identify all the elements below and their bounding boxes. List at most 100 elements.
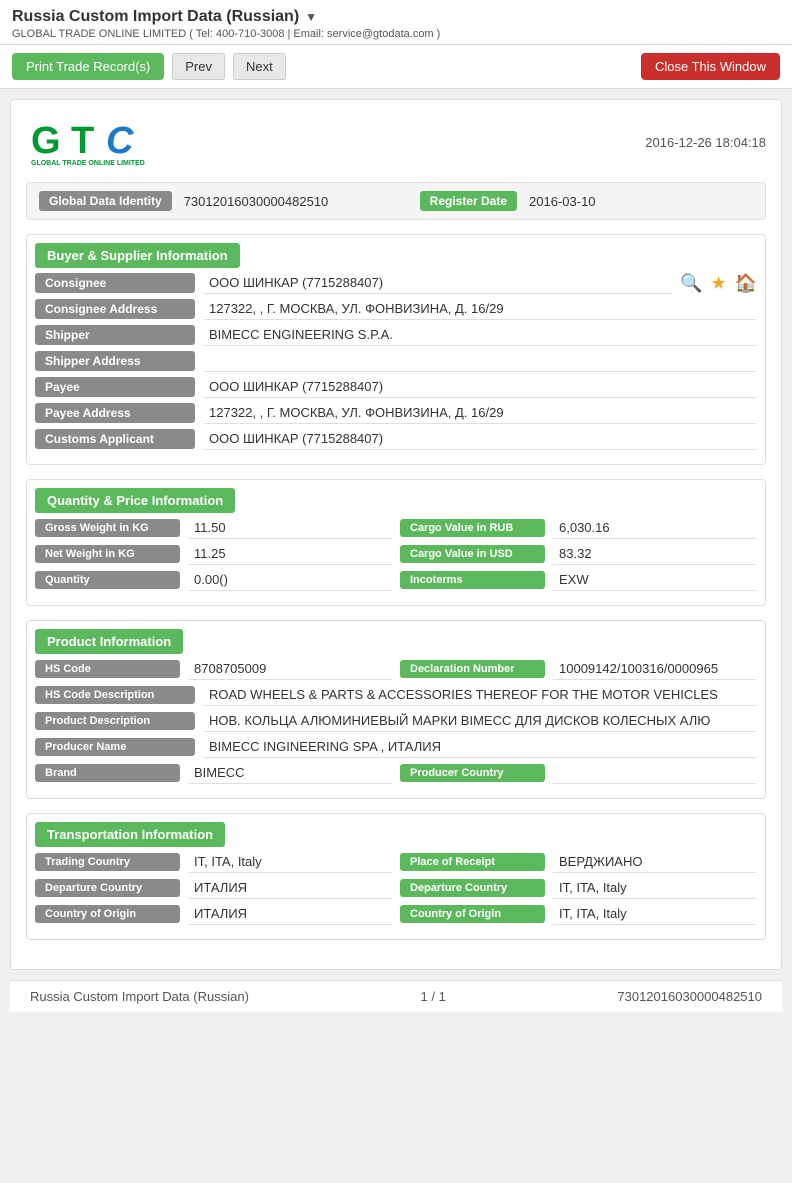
- declaration-number-value: 10009142/100316/0000965: [553, 658, 757, 680]
- consignee-address-label: Consignee Address: [35, 299, 195, 319]
- page-header: Russia Custom Import Data (Russian) ▼ GL…: [0, 0, 792, 45]
- incoterms-label: Incoterms: [400, 571, 545, 589]
- payee-address-value: 127322, , Г. МОСКВА, УЛ. ФОНВИЗИНА, Д. 1…: [203, 402, 757, 424]
- shipper-address-value: [203, 350, 757, 372]
- cargo-value-usd-label: Cargo Value in USD: [400, 545, 545, 563]
- gross-weight-label: Gross Weight in KG: [35, 519, 180, 537]
- footer-bar: Russia Custom Import Data (Russian) 1 / …: [10, 980, 782, 1012]
- hs-code-label: HS Code: [35, 660, 180, 678]
- country-of-origin-left-value: ИТАЛИЯ: [188, 903, 392, 925]
- payee-address-label: Payee Address: [35, 403, 195, 423]
- gross-cargo-rub-row: Gross Weight in KG 11.50 Cargo Value in …: [35, 517, 757, 539]
- trading-country-value: IT, ITA, Italy: [188, 851, 392, 873]
- global-data-identity-value: 73012016030000482510: [184, 194, 408, 209]
- departure-country-left-label: Departure Country: [35, 879, 180, 897]
- star-icon[interactable]: ★: [710, 273, 726, 294]
- country-of-origin-left-label: Country of Origin: [35, 905, 180, 923]
- cargo-value-usd-value: 83.32: [553, 543, 757, 565]
- cargo-value-rub-label: Cargo Value in RUB: [400, 519, 545, 537]
- net-weight-value: 11.25: [188, 543, 392, 565]
- print-button[interactable]: Print Trade Record(s): [12, 53, 164, 80]
- page-subtitle: GLOBAL TRADE ONLINE LIMITED ( Tel: 400-7…: [12, 28, 780, 40]
- svg-text:C: C: [106, 120, 134, 162]
- register-date-value: 2016-03-10: [529, 194, 753, 209]
- departure-country-right-label: Departure Country: [400, 879, 545, 897]
- product-desc-value: НОВ. КОЛЬЦА АЛЮМИНИЕВЫЙ МАРКИ BIMECC ДЛЯ…: [203, 710, 757, 732]
- shipper-address-label: Shipper Address: [35, 351, 195, 371]
- incoterms-value: EXW: [553, 569, 757, 591]
- declaration-number-label: Declaration Number: [400, 660, 545, 678]
- buyer-supplier-section: Buyer & Supplier Information Consignee О…: [26, 234, 766, 465]
- hscode-declaration-row: HS Code 8708705009 Declaration Number 10…: [35, 658, 757, 680]
- departure-country-row: Departure Country ИТАЛИЯ Departure Count…: [35, 877, 757, 899]
- page-title: Russia Custom Import Data (Russian) ▼: [12, 8, 780, 26]
- trading-country-label: Trading Country: [35, 853, 180, 871]
- quantity-label: Quantity: [35, 571, 180, 589]
- gross-weight-value: 11.50: [188, 517, 392, 539]
- payee-value: ООО ШИНКАР (7715288407): [203, 376, 757, 398]
- quantity-price-section: Quantity & Price Information Gross Weigh…: [26, 479, 766, 606]
- producer-name-label: Producer Name: [35, 738, 195, 756]
- hs-code-value: 8708705009: [188, 658, 392, 680]
- departure-country-left-value: ИТАЛИЯ: [188, 877, 392, 899]
- product-desc-label: Product Description: [35, 712, 195, 730]
- departure-country-right-value: IT, ITA, Italy: [553, 877, 757, 899]
- footer-center: 1 / 1: [421, 989, 446, 1004]
- shipper-value: BIMECC ENGINEERING S.P.A.: [203, 324, 757, 346]
- toolbar: Print Trade Record(s) Prev Next Close Th…: [0, 45, 792, 89]
- product-title: Product Information: [35, 629, 183, 654]
- brand-label: Brand: [35, 764, 180, 782]
- shipper-label: Shipper: [35, 325, 195, 345]
- payee-row: Payee ООО ШИНКАР (7715288407): [35, 376, 757, 398]
- prev-button[interactable]: Prev: [172, 53, 225, 80]
- quantity-price-title: Quantity & Price Information: [35, 488, 235, 513]
- content-area: G T C GLOBAL TRADE ONLINE LIMITED 2016-1…: [10, 99, 782, 970]
- svg-text:G: G: [31, 120, 61, 162]
- home-icon[interactable]: 🏠: [735, 273, 757, 294]
- net-weight-label: Net Weight in KG: [35, 545, 180, 563]
- brand-value: BIMECC: [188, 762, 392, 784]
- customs-applicant-label: Customs Applicant: [35, 429, 195, 449]
- global-data-identity-label: Global Data Identity: [39, 191, 172, 211]
- producer-name-value: BIMECC INGINEERING SPA , ИТАЛИЯ: [203, 736, 757, 758]
- hs-code-desc-row: HS Code Description ROAD WHEELS & PARTS …: [35, 684, 757, 706]
- producer-country-value: [553, 762, 757, 784]
- customs-applicant-row: Customs Applicant ООО ШИНКАР (7715288407…: [35, 428, 757, 450]
- close-button[interactable]: Close This Window: [641, 53, 780, 80]
- buyer-supplier-title: Buyer & Supplier Information: [35, 243, 240, 268]
- shipper-address-row: Shipper Address: [35, 350, 757, 372]
- product-desc-row: Product Description НОВ. КОЛЬЦА АЛЮМИНИЕ…: [35, 710, 757, 732]
- payee-label: Payee: [35, 377, 195, 397]
- hs-code-desc-value: ROAD WHEELS & PARTS & ACCESSORIES THEREO…: [203, 684, 757, 706]
- transportation-title: Transportation Information: [35, 822, 225, 847]
- place-of-receipt-label: Place of Receipt: [400, 853, 545, 871]
- country-of-origin-right-label: Country of Origin: [400, 905, 545, 923]
- consignee-label: Consignee: [35, 273, 195, 293]
- producer-name-row: Producer Name BIMECC INGINEERING SPA , И…: [35, 736, 757, 758]
- trading-receipt-row: Trading Country IT, ITA, Italy Place of …: [35, 851, 757, 873]
- svg-text:T: T: [71, 120, 94, 162]
- place-of-receipt-value: ВЕРДЖИАНО: [553, 851, 757, 873]
- shipper-row: Shipper BIMECC ENGINEERING S.P.A.: [35, 324, 757, 346]
- country-of-origin-right-value: IT, ITA, Italy: [553, 903, 757, 925]
- product-section: Product Information HS Code 8708705009 D…: [26, 620, 766, 799]
- next-button[interactable]: Next: [233, 53, 286, 80]
- identity-row: Global Data Identity 7301201603000048251…: [26, 182, 766, 220]
- record-header: G T C GLOBAL TRADE ONLINE LIMITED 2016-1…: [26, 115, 766, 170]
- payee-address-row: Payee Address 127322, , Г. МОСКВА, УЛ. Ф…: [35, 402, 757, 424]
- title-arrow[interactable]: ▼: [305, 10, 317, 24]
- producer-country-label: Producer Country: [400, 764, 545, 782]
- search-icon[interactable]: 🔍: [680, 273, 702, 294]
- title-text: Russia Custom Import Data (Russian): [12, 8, 299, 26]
- register-date-label: Register Date: [420, 191, 517, 211]
- quantity-incoterms-row: Quantity 0.00() Incoterms EXW: [35, 569, 757, 591]
- brand-producer-country-row: Brand BIMECC Producer Country: [35, 762, 757, 784]
- footer-left: Russia Custom Import Data (Russian): [30, 989, 249, 1004]
- svg-text:GLOBAL TRADE ONLINE LIMITED: GLOBAL TRADE ONLINE LIMITED: [31, 160, 145, 167]
- consignee-value: ООО ШИНКАР (7715288407): [203, 272, 672, 294]
- net-cargo-usd-row: Net Weight in KG 11.25 Cargo Value in US…: [35, 543, 757, 565]
- quantity-value: 0.00(): [188, 569, 392, 591]
- country-origin-row: Country of Origin ИТАЛИЯ Country of Orig…: [35, 903, 757, 925]
- transportation-section: Transportation Information Trading Count…: [26, 813, 766, 940]
- company-logo: G T C GLOBAL TRADE ONLINE LIMITED: [26, 115, 146, 170]
